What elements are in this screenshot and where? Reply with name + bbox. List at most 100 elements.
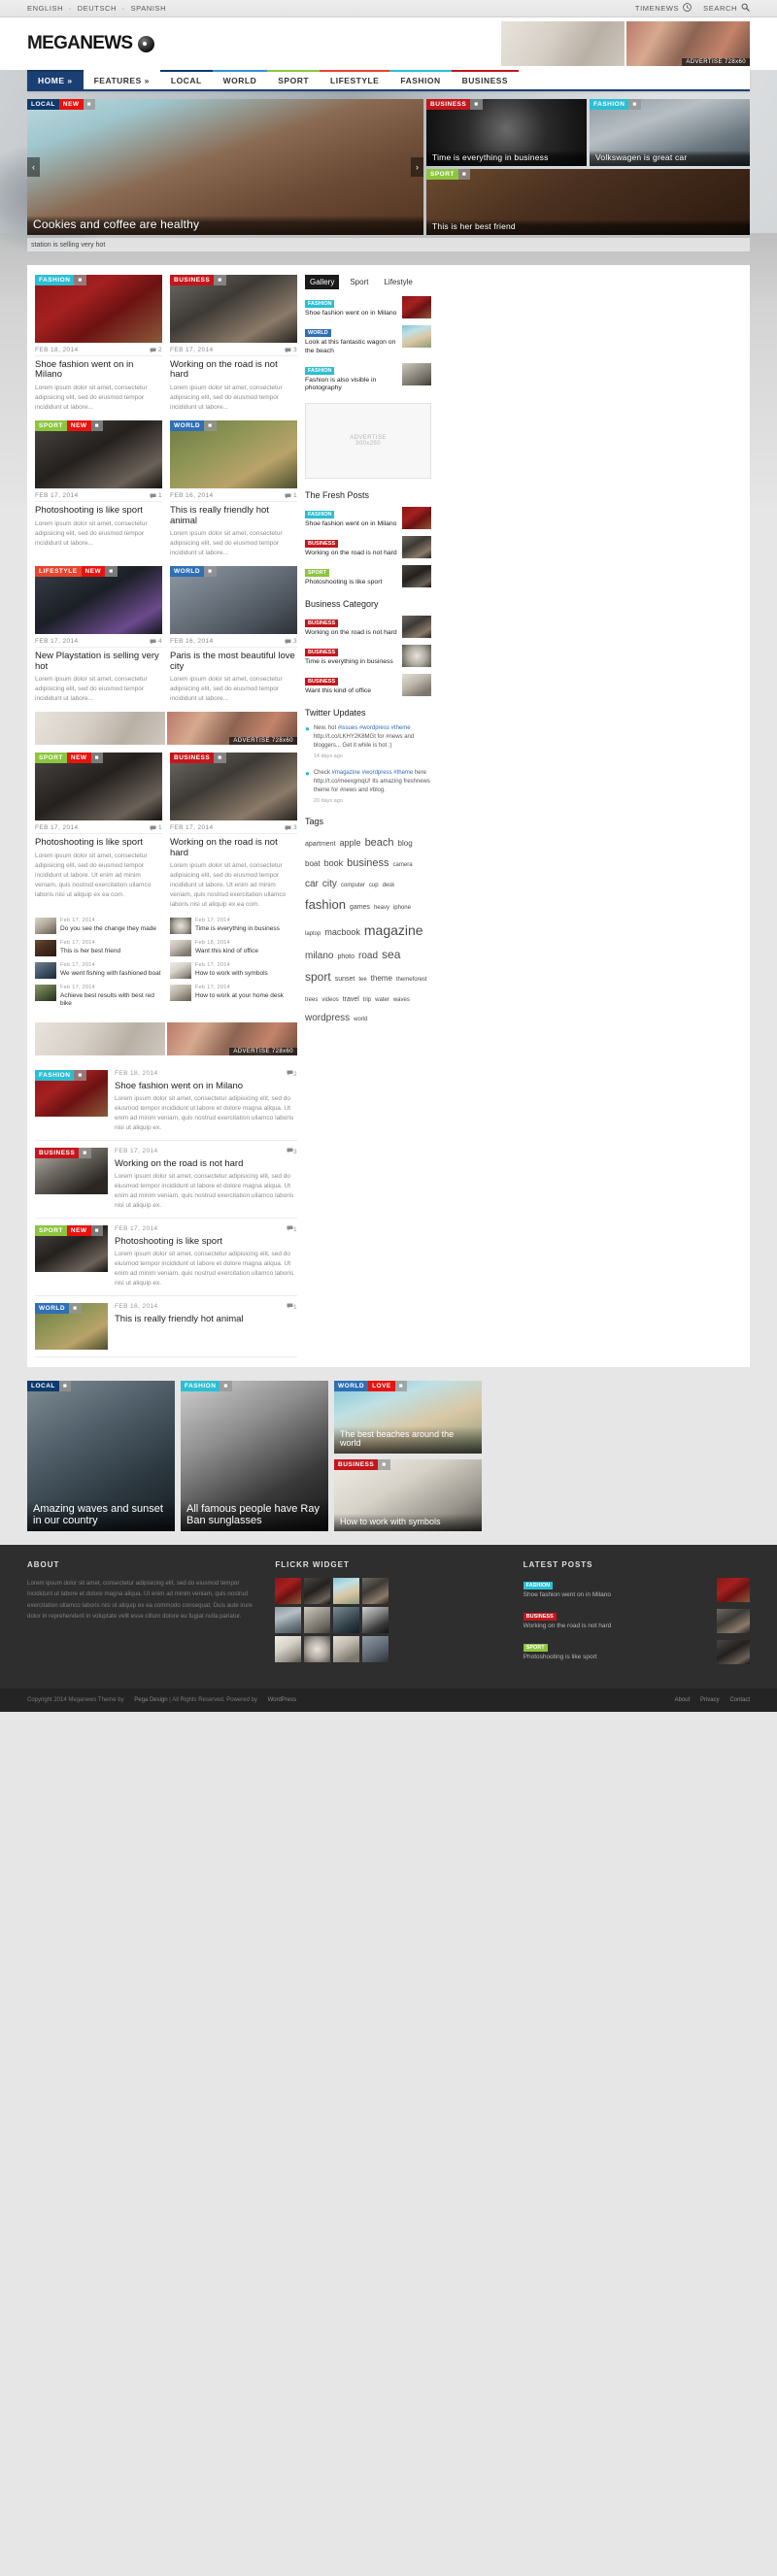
- category-badge[interactable]: WORLD: [35, 1303, 70, 1315]
- category-badge[interactable]: NEW: [66, 753, 91, 764]
- slider-next-button[interactable]: ›: [411, 157, 423, 177]
- category-badge[interactable]: WORLD: [334, 1381, 369, 1392]
- flickr-thumbnail[interactable]: [362, 1607, 389, 1634]
- slide-sport[interactable]: SPORT ■ This is her best friend: [426, 168, 750, 235]
- timenews-button[interactable]: TIMENEWS: [635, 3, 692, 14]
- item-title[interactable]: Working on the road is not hard: [305, 629, 397, 638]
- category-badge[interactable]: SPORT: [35, 1225, 67, 1236]
- wide-post-row[interactable]: BUSINESS ■ FEB 17, 2014 3 Working on the roa…: [35, 1141, 297, 1219]
- flickr-thumbnail[interactable]: [304, 1636, 331, 1663]
- post-thumbnail[interactable]: LIFESTYLE NEW ■: [35, 566, 162, 635]
- post-thumbnail[interactable]: FASHION ■: [35, 275, 162, 343]
- item-title[interactable]: Photoshooting is like sport: [524, 1654, 712, 1660]
- flickr-thumbnail[interactable]: [362, 1636, 389, 1663]
- post-title[interactable]: Paris is the most beautiful love city: [170, 651, 297, 672]
- category-badge[interactable]: BUSINESS: [170, 275, 215, 285]
- item-title[interactable]: Photoshooting is like sport: [305, 579, 397, 587]
- category-badge[interactable]: LIFESTYLE: [35, 566, 82, 578]
- category-badge[interactable]: LOCAL: [27, 1381, 59, 1392]
- post-card[interactable]: SPORT NEW ■ FEB 17, 2014 1 Photoshooting is l…: [35, 753, 162, 910]
- category-badge[interactable]: SPORT: [35, 753, 67, 764]
- wide-post-row[interactable]: FASHION ■ FEB 18, 2014 2 Shoe fashion went o…: [35, 1063, 297, 1141]
- post-card[interactable]: WORLD ■ FEB 16, 2014 1 This is really friend…: [170, 420, 297, 558]
- post-thumbnail[interactable]: WORLD ■: [170, 420, 297, 489]
- tweet-hashtag[interactable]: #theme: [391, 725, 411, 731]
- tag-link[interactable]: theme: [371, 971, 392, 986]
- post-card[interactable]: LIFESTYLE NEW ■ FEB 17, 2014 4 New Playstatio…: [35, 566, 162, 704]
- post-title[interactable]: Shoe fashion went on in Milano: [35, 359, 162, 381]
- list-title[interactable]: Do you see the change they made: [60, 925, 156, 932]
- tweet-hashtag[interactable]: #wordpress: [362, 770, 392, 776]
- category-badge[interactable]: LOCAL: [27, 99, 59, 110]
- item-title[interactable]: Working on the road is not hard: [524, 1623, 712, 1629]
- post-title[interactable]: Working on the road is not hard: [170, 837, 297, 858]
- copyright-link-designer[interactable]: Pega Design: [134, 1697, 167, 1703]
- category-badge[interactable]: BUSINESS: [523, 1613, 557, 1622]
- sidebar-tabs[interactable]: Gallery Sport Lifestyle: [305, 275, 431, 289]
- search-button[interactable]: SEARCH: [703, 3, 750, 14]
- tag-link[interactable]: apartment: [305, 838, 336, 851]
- tag-link[interactable]: photo: [337, 951, 355, 963]
- tag-link[interactable]: games: [350, 901, 370, 914]
- tag-link[interactable]: beach: [365, 833, 394, 853]
- flickr-thumbnail[interactable]: [304, 1578, 331, 1605]
- tag-link[interactable]: laptop: [305, 929, 321, 940]
- copyright-link-wordpress[interactable]: WordPress: [268, 1697, 297, 1703]
- nav-item-world[interactable]: WORLD: [212, 70, 268, 89]
- tag-link[interactable]: trees: [305, 995, 318, 1006]
- tag-link[interactable]: camera: [393, 860, 413, 871]
- tweet-hashtag[interactable]: #magazine: [332, 770, 360, 776]
- item-title[interactable]: Time is everything in business: [305, 658, 397, 667]
- flickr-thumbnail[interactable]: [275, 1607, 302, 1634]
- category-badge[interactable]: WORLD: [170, 420, 205, 432]
- sidebar-advertisement[interactable]: ADVERTISE 300x250: [305, 403, 431, 480]
- category-badge[interactable]: BUSINESS: [426, 99, 471, 110]
- featured-item[interactable]: LOCAL ■ Amazing waves and sunset in our co…: [27, 1381, 175, 1532]
- post-card[interactable]: BUSINESS ■ FEB 17, 2014 3 Working on the roa…: [170, 275, 297, 413]
- tweet-hashtag[interactable]: #issues: [338, 725, 357, 731]
- category-badge[interactable]: WORLD: [170, 566, 205, 578]
- tweet-hashtag[interactable]: #wordpress: [359, 725, 389, 731]
- copyright-links[interactable]: About Privacy Contact: [666, 1697, 750, 1703]
- category-badge[interactable]: NEW: [66, 1225, 91, 1236]
- post-thumbnail[interactable]: BUSINESS ■: [170, 275, 297, 343]
- search-icon[interactable]: [741, 3, 750, 14]
- post-title[interactable]: Working on the road is not hard: [115, 1158, 297, 1169]
- language-switcher[interactable]: ENGLISH · DEUTSCH · SPANISH: [27, 4, 169, 13]
- category-badge[interactable]: BUSINESS: [334, 1458, 379, 1470]
- tab-lifestyle[interactable]: Lifestyle: [379, 275, 417, 289]
- tag-link[interactable]: sea: [382, 944, 400, 966]
- category-badge[interactable]: FASHION: [305, 511, 335, 519]
- slider-prev-button[interactable]: ‹: [27, 157, 40, 177]
- list-title[interactable]: How to work at your home desk: [195, 992, 284, 999]
- site-logo[interactable]: MEGANEWS: [27, 33, 155, 54]
- featured-item[interactable]: BUSINESS ■ How to work with symbols: [334, 1458, 482, 1532]
- category-badge[interactable]: NEW: [58, 99, 84, 110]
- post-thumbnail[interactable]: FASHION ■: [35, 1069, 108, 1117]
- footer-list-item[interactable]: FASHION Shoe fashion went on in Milano: [523, 1578, 750, 1603]
- tag-link[interactable]: waves: [393, 995, 410, 1006]
- tag-link[interactable]: milano: [305, 947, 333, 965]
- category-badge[interactable]: BUSINESS: [305, 678, 339, 686]
- tag-link[interactable]: videos: [321, 995, 338, 1006]
- slider-main-slide[interactable]: LOCAL NEW ■ ‹ › Cookies and coffee are hea…: [27, 99, 423, 235]
- category-badge[interactable]: LOVE: [368, 1381, 395, 1392]
- flickr-thumbnail[interactable]: [333, 1636, 360, 1663]
- wide-post-row[interactable]: SPORT NEW ■ FEB 17, 2014 1 Photoshooting is l…: [35, 1219, 297, 1297]
- tag-link[interactable]: road: [358, 947, 378, 965]
- item-title[interactable]: Shoe fashion went on in Milano: [305, 310, 397, 318]
- item-title[interactable]: Shoe fashion went on in Milano: [305, 520, 397, 529]
- category-badge[interactable]: NEW: [66, 420, 91, 432]
- tag-link[interactable]: car: [305, 875, 319, 893]
- post-title[interactable]: This is really friendly hot animal: [170, 505, 297, 526]
- list-title[interactable]: This is her best friend: [60, 948, 120, 954]
- tag-link[interactable]: business: [347, 853, 388, 874]
- list-title[interactable]: Achieve best results with best red bike: [60, 992, 154, 1007]
- post-card[interactable]: FASHION ■ FEB 18, 2014 2 Shoe fashion went o…: [35, 275, 162, 413]
- tag-link[interactable]: wordpress: [305, 1009, 350, 1027]
- category-badge[interactable]: NEW: [81, 566, 106, 578]
- item-title[interactable]: Working on the road is not hard: [305, 550, 397, 558]
- flickr-thumbnail[interactable]: [333, 1607, 360, 1634]
- inline-advertisement[interactable]: ADVERTISE 728x60: [35, 712, 297, 746]
- tag-link[interactable]: boat: [305, 856, 321, 871]
